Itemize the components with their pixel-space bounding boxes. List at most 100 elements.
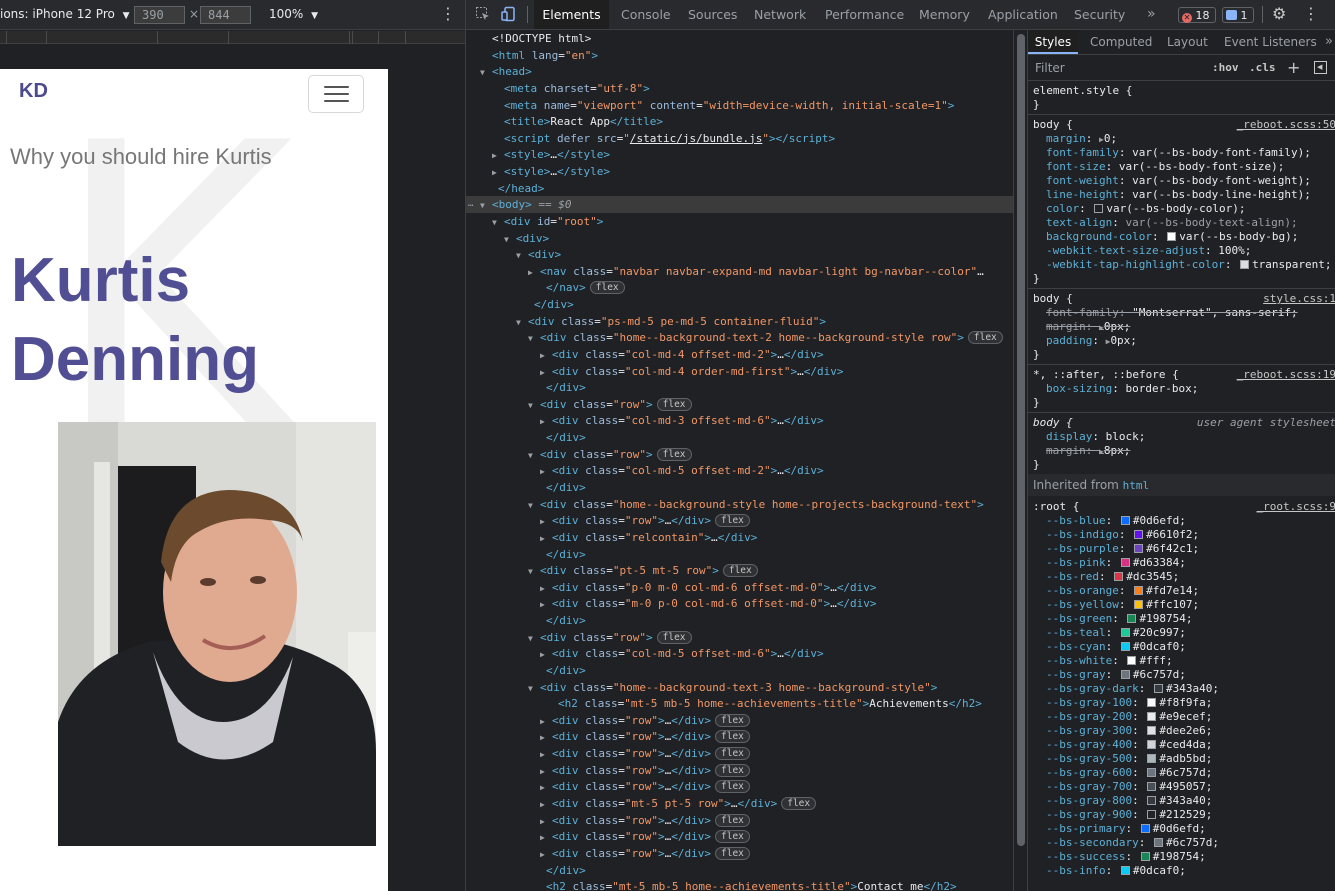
device-height-input[interactable]: 844 [200, 6, 251, 24]
gear-icon[interactable]: ⚙ [1272, 5, 1286, 23]
css-variable[interactable]: --bs-purple: #6f42c1; [1028, 542, 1335, 556]
tab-styles[interactable]: Styles [1028, 30, 1078, 54]
dom-node[interactable]: ▶ <div class="col-md-4 order-md-first">…<… [466, 363, 1013, 380]
flex-badge[interactable]: flex [656, 397, 692, 411]
flex-badge[interactable]: flex [715, 747, 750, 761]
dom-node[interactable]: <script defer src="/static/js/bundle.js"… [466, 130, 1013, 147]
flex-badge[interactable]: flex [722, 564, 758, 578]
expand-triangle-icon[interactable]: ▼ [528, 497, 540, 514]
tab-sources[interactable]: Sources [688, 0, 737, 29]
css-variable[interactable]: --bs-indigo: #6610f2; [1028, 528, 1335, 542]
collapse-triangle-icon[interactable]: ▶ [540, 713, 552, 730]
collapse-triangle-icon[interactable]: ▶ [540, 829, 552, 846]
css-variable[interactable]: --bs-gray-900: #212529; [1028, 808, 1335, 822]
flex-badge[interactable]: flex [715, 830, 750, 844]
css-variable[interactable]: --bs-red: #dc3545; [1028, 570, 1335, 584]
css-variable[interactable]: --bs-yellow: #ffc107; [1028, 598, 1335, 612]
css-variable[interactable]: --bs-gray-300: #dee2e6; [1028, 724, 1335, 738]
tab-console[interactable]: Console [621, 0, 671, 29]
collapse-triangle-icon[interactable]: ▶ [540, 763, 552, 780]
styles-filter-input[interactable]: Filter [1031, 59, 1201, 78]
style-property[interactable]: font-weight: var(--bs-body-font-weight); [1028, 174, 1335, 188]
media-query-ruler[interactable] [0, 31, 465, 44]
dom-node[interactable]: ▶ <div class="row">…</div> flex [466, 828, 1013, 845]
style-property[interactable]: font-family: var(--bs-body-font-family); [1028, 146, 1335, 160]
dom-node[interactable]: </div> [466, 429, 1013, 446]
tab-network[interactable]: Network [754, 0, 806, 29]
tab-elements[interactable]: Elements [534, 0, 609, 29]
rule-selector[interactable]: body {user agent stylesheet [1028, 416, 1335, 430]
css-variable[interactable]: --bs-gray-400: #ced4da; [1028, 738, 1335, 752]
expand-triangle-icon[interactable]: ▼ [528, 330, 540, 347]
css-variable[interactable]: --bs-gray-dark: #343a40; [1028, 682, 1335, 696]
dom-node[interactable]: </div> [466, 662, 1013, 679]
scrollbar-thumb[interactable] [1017, 34, 1025, 846]
expand-triangle-icon[interactable]: ▼ [528, 447, 540, 464]
dom-node[interactable]: </head> [466, 180, 1013, 197]
style-property[interactable]: font-size: var(--bs-body-font-size); [1028, 160, 1335, 174]
dom-node[interactable]: ▶ <div class="col-md-5 offset-md-6">…</di… [466, 645, 1013, 662]
dom-node[interactable]: ▶ <div class="relcontain">…</div> [466, 529, 1013, 546]
flex-badge[interactable]: flex [715, 780, 750, 794]
expand-triangle-icon[interactable]: ▼ [480, 64, 492, 81]
zoom-selector[interactable]: 100% ▼ [269, 7, 318, 21]
dom-node[interactable]: </div> [466, 546, 1013, 563]
dom-node[interactable]: ▼ <div class="pt-5 mt-5 row"> flex [466, 562, 1013, 579]
elements-scrollbar[interactable] [1013, 30, 1027, 891]
dom-node[interactable]: ▶ <div class="row">…</div> flex [466, 745, 1013, 762]
css-variable[interactable]: --bs-secondary: #6c757d; [1028, 836, 1335, 850]
expand-triangle-icon[interactable]: ▼ [480, 197, 492, 214]
dom-node[interactable]: <!DOCTYPE html> [466, 30, 1013, 47]
style-property[interactable]: margin: ▶0; [1028, 132, 1335, 146]
flex-badge[interactable]: flex [715, 846, 750, 860]
dom-node[interactable]: ▶ <div class="p-0 m-0 col-md-6 offset-md-… [466, 579, 1013, 596]
more-options-icon[interactable]: ⋮ [440, 5, 456, 23]
tab-performance[interactable]: Performance [825, 0, 904, 29]
message-count-badge[interactable]: 1 [1222, 7, 1254, 23]
dom-node[interactable]: ▼ <div class="home--background-text-3 hom… [466, 679, 1013, 696]
expand-triangle-icon[interactable]: ▼ [528, 680, 540, 697]
dom-node[interactable]: ▼ <div> [466, 246, 1013, 263]
dom-node[interactable]: </div> [466, 379, 1013, 396]
element-style-rule[interactable]: element.style { [1028, 84, 1335, 98]
dom-node[interactable]: ▶ <style>…</style> [466, 146, 1013, 163]
flex-badge[interactable]: flex [589, 281, 625, 295]
collapse-triangle-icon[interactable]: ▶ [540, 846, 552, 863]
css-variable[interactable]: --bs-green: #198754; [1028, 612, 1335, 626]
dom-node[interactable]: ▶ <div class="row">…</div> flex [466, 512, 1013, 529]
flex-badge[interactable]: flex [967, 331, 1003, 345]
elements-tree-panel[interactable]: <!DOCTYPE html> <html lang="en"> ▼ <head> <m… [465, 30, 1013, 891]
rule-close[interactable]: } [1028, 348, 1335, 362]
tab-security[interactable]: Security [1074, 0, 1125, 29]
flex-badge[interactable]: flex [715, 730, 750, 744]
collapse-triangle-icon[interactable]: ▶ [492, 147, 504, 164]
tab-memory[interactable]: Memory [919, 0, 970, 29]
css-variable[interactable]: --bs-success: #198754; [1028, 850, 1335, 864]
css-variable[interactable]: --bs-gray-600: #6c757d; [1028, 766, 1335, 780]
rule-selector[interactable]: *, ::after, ::before {_reboot.scss:19 [1028, 368, 1335, 382]
collapse-triangle-icon[interactable]: ▶ [540, 530, 552, 547]
device-toggle-icon[interactable] [501, 6, 517, 22]
error-count-badge[interactable]: ✕ 18 [1178, 7, 1216, 23]
collapse-triangle-icon[interactable]: ▶ [528, 264, 540, 281]
style-property[interactable]: text-align: var(--bs-body-text-align); [1028, 216, 1335, 230]
expand-triangle-icon[interactable]: ▼ [528, 397, 540, 414]
collapse-triangle-icon[interactable]: ▶ [540, 580, 552, 597]
more-options-icon[interactable]: ⋮ [1303, 5, 1319, 23]
dom-node[interactable]: ▶ <div class="row">…</div> flex [466, 778, 1013, 795]
css-variable[interactable]: --bs-gray-200: #e9ecef; [1028, 710, 1335, 724]
collapse-triangle-icon[interactable]: ▶ [492, 164, 504, 181]
expand-triangle-icon[interactable]: ▼ [504, 231, 516, 248]
flex-badge[interactable]: flex [715, 813, 750, 827]
more-tabs-button[interactable]: » [1147, 0, 1156, 29]
more-tabs-button[interactable]: » [1325, 30, 1333, 54]
expand-triangle-icon[interactable]: ▼ [528, 630, 540, 647]
css-variable[interactable]: --bs-cyan: #0dcaf0; [1028, 640, 1335, 654]
collapse-triangle-icon[interactable]: ▶ [540, 646, 552, 663]
tab-computed[interactable]: Computed [1090, 30, 1152, 54]
style-property[interactable]: display: block; [1028, 430, 1335, 444]
dom-node[interactable]: ▼ <div class="row"> flex [466, 396, 1013, 413]
dom-node[interactable]: ▶ <div class="row">…</div> flex [466, 712, 1013, 729]
device-selector[interactable]: ions: iPhone 12 Pro ▼ [0, 7, 130, 21]
dom-node[interactable]: </div> [466, 479, 1013, 496]
